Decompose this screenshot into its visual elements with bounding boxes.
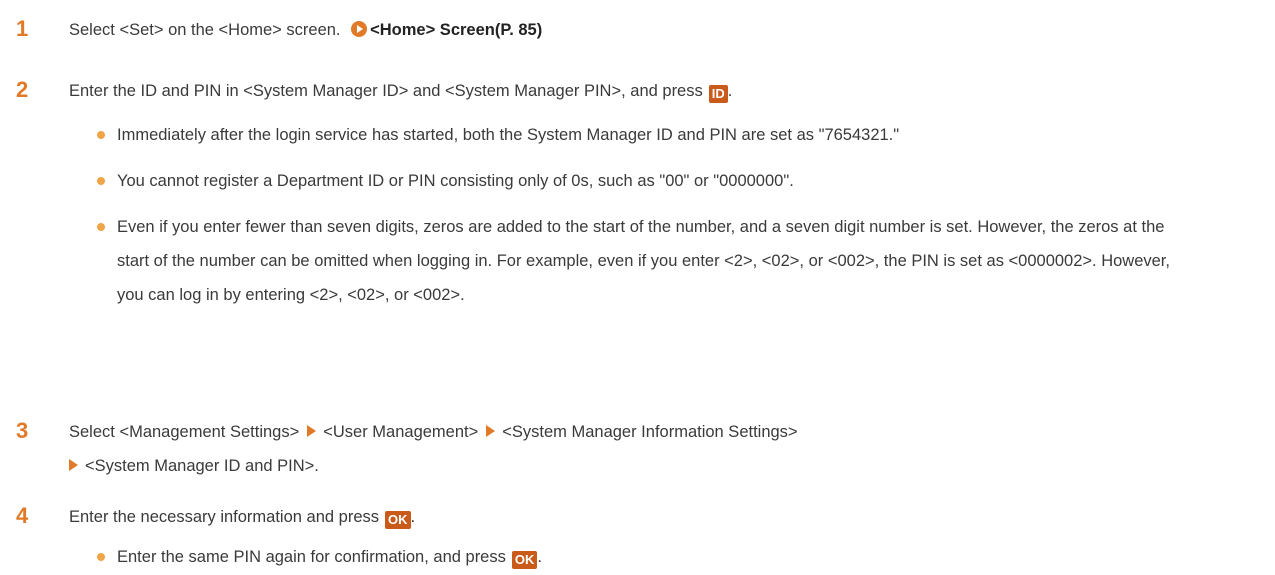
bullet-icon	[97, 131, 105, 139]
step-3-line-2: <System Manager ID and PIN>.	[69, 455, 1149, 477]
list-item: Even if you enter fewer than seven digit…	[97, 210, 1197, 312]
bullet-period: .	[537, 548, 542, 566]
path-arrow-icon	[486, 425, 496, 437]
step-number: 3	[16, 418, 29, 443]
bullet-text: Even if you enter fewer than seven digit…	[117, 218, 1170, 304]
home-screen-link[interactable]: <Home> Screen(P. 85)	[370, 21, 542, 39]
step-text: Select <Set> on the <Home> screen. <Home…	[69, 19, 542, 41]
menu-path-management-settings: Select <Management Settings>	[69, 423, 300, 441]
bullet-text: You cannot register a Department ID or P…	[117, 172, 794, 190]
menu-path-user-management: <User Management>	[323, 423, 479, 441]
step-text: Enter the ID and PIN in <System Manager …	[69, 80, 732, 103]
step-number: 2	[16, 77, 29, 102]
list-item: Immediately after the login service has …	[97, 118, 1197, 152]
bullet-icon	[97, 177, 105, 185]
step-2-text: Enter the ID and PIN in <System Manager …	[69, 82, 703, 100]
step-text: Select <Management Settings> <User Manage…	[69, 421, 1149, 477]
ok-key-icon: OK	[385, 511, 411, 529]
menu-path-system-manager-id-pin: <System Manager ID and PIN>.	[85, 457, 319, 475]
path-arrow-icon	[69, 459, 78, 471]
bullet-text: Immediately after the login service has …	[117, 126, 900, 144]
menu-path-system-manager-info: <System Manager Information Settings>	[502, 423, 798, 441]
step-number: 1	[16, 16, 29, 41]
bullet-text: Enter the same PIN again for confirmatio…	[117, 548, 506, 566]
link-arrow-icon	[351, 21, 368, 37]
list-item: You cannot register a Department ID or P…	[97, 164, 1197, 198]
step-4-period: .	[410, 508, 416, 526]
id-key-icon: ID	[708, 85, 728, 103]
list-item: Enter the same PIN again for confirmatio…	[97, 540, 1197, 574]
step-1-text: Select <Set> on the <Home> screen.	[69, 21, 341, 39]
procedure-page: 1 Select <Set> on the <Home> screen. <Ho…	[0, 0, 1275, 575]
ok-key-icon: OK	[511, 551, 538, 569]
step-2-period: .	[727, 82, 733, 100]
step-4-text: Enter the necessary information and pres…	[69, 508, 379, 526]
step-text: Enter the necessary information and pres…	[69, 506, 415, 529]
step-2-bullets: Immediately after the login service has …	[97, 118, 1197, 312]
bullet-icon	[97, 553, 105, 561]
step-4-bullets: Enter the same PIN again for confirmatio…	[97, 540, 1197, 574]
path-arrow-icon	[307, 425, 317, 437]
bullet-icon	[97, 223, 105, 231]
step-number: 4	[16, 503, 29, 528]
